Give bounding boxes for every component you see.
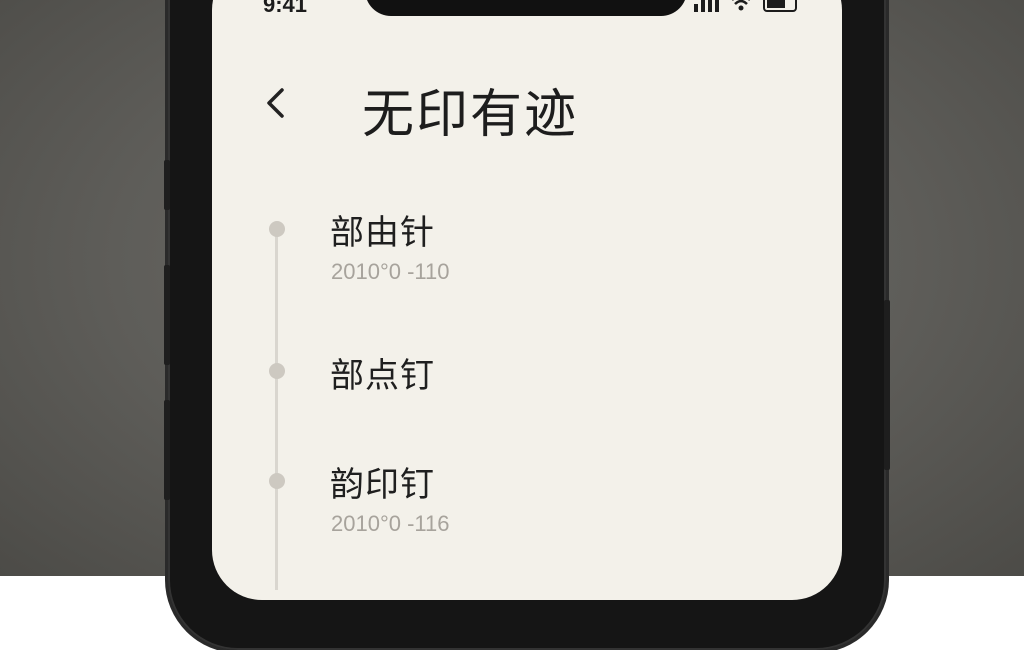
side-button [884, 300, 890, 470]
battery-icon [763, 0, 797, 12]
timeline-item-title[interactable]: 部点钉 [330, 348, 435, 397]
timeline-line [275, 230, 278, 590]
side-button [164, 160, 170, 210]
timeline-dot [269, 363, 285, 379]
back-icon[interactable] [262, 86, 290, 120]
page-title: 无印有迹 [361, 85, 578, 145]
status-icons [694, 0, 797, 12]
side-button [164, 400, 170, 500]
timeline-item-title[interactable]: 韵印钉 [330, 457, 435, 506]
wifi-icon [732, 0, 750, 11]
notch [365, 0, 687, 16]
timeline-item-date: 2010°0 -116 [331, 511, 450, 536]
timeline-item-title[interactable]: 部由针 [330, 205, 435, 254]
timeline-item-date: 2010°0 -110 [331, 259, 450, 284]
status-time: 9:41 [263, 0, 308, 17]
signal-icon [694, 0, 719, 12]
timeline-dot [269, 473, 285, 489]
timeline-dot [269, 221, 285, 237]
side-button [164, 265, 170, 365]
